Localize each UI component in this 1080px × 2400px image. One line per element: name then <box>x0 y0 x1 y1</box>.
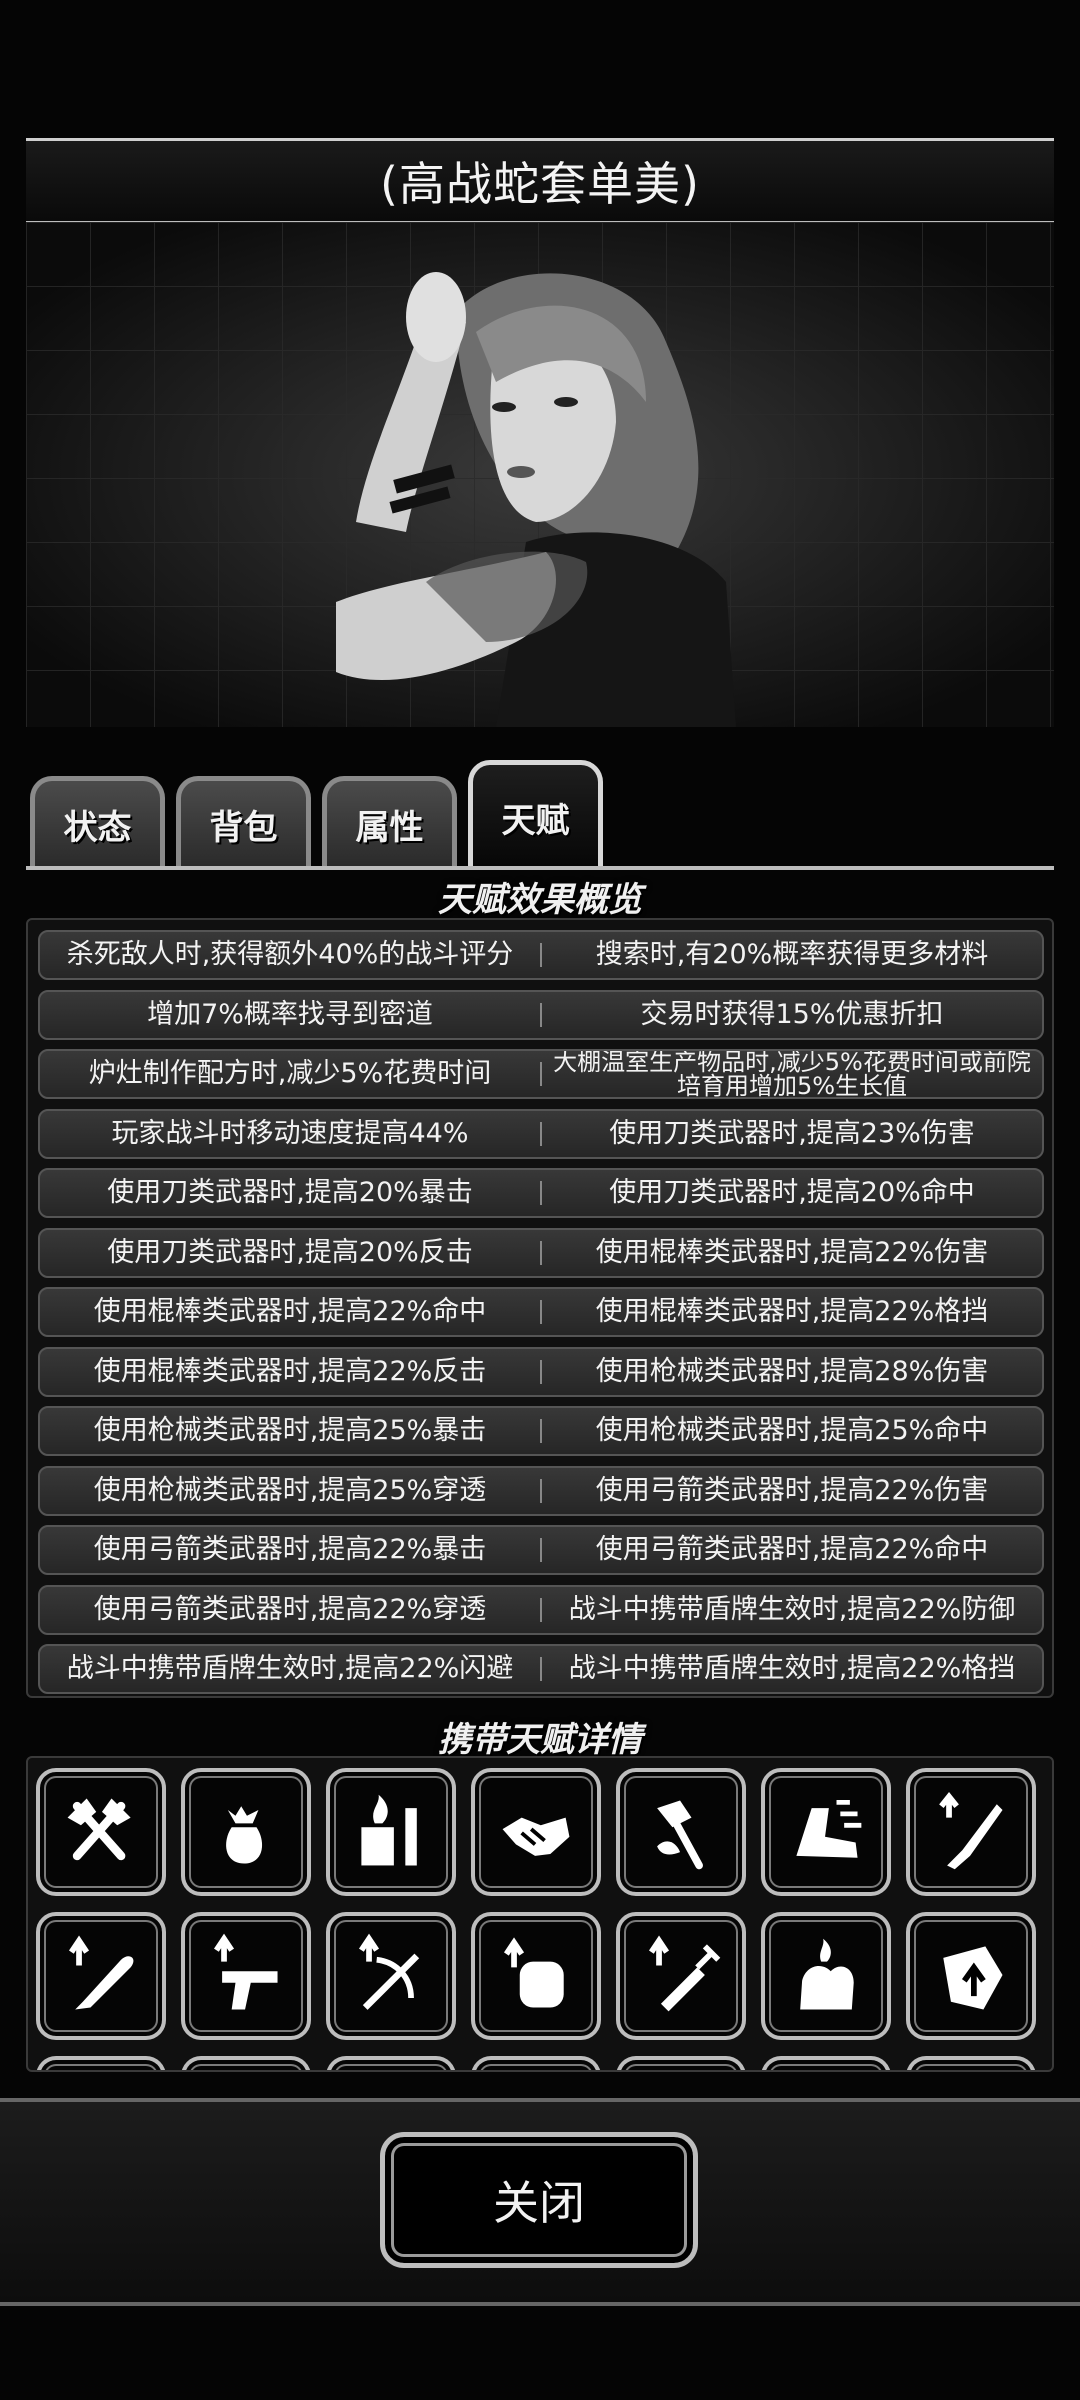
effect-left: 使用弓箭类武器时,提高22%暴击 <box>93 1534 487 1565</box>
talent-slot[interactable] <box>471 2056 601 2070</box>
flexing-arm-icon <box>800 1938 854 2010</box>
talent-slot[interactable] <box>326 2056 456 2070</box>
effect-row: 增加7%概率找寻到密道 交易时获得15%优惠折扣 <box>38 989 1044 1040</box>
effect-row: 杀死敌人时,获得额外40%的战斗评分 搜索时,有20%概率获得更多材料 <box>38 930 1044 980</box>
talent-slot[interactable] <box>181 1912 311 2040</box>
effect-row: 使用刀类武器时,提高20%反击 使用棍棒类武器时,提高22%伤害 <box>38 1227 1044 1278</box>
effect-right: 使用枪械类武器时,提高28%伤害 <box>595 1355 989 1387</box>
knife-up-icon <box>939 1792 1003 1870</box>
handshake-icon <box>502 1817 570 1856</box>
tab-backpack[interactable]: 背包 <box>176 776 311 868</box>
talent-slot[interactable] <box>181 2056 311 2070</box>
talent-slot[interactable] <box>36 2056 166 2070</box>
effect-right: 使用枪械类武器时,提高25%命中 <box>595 1415 989 1446</box>
effect-row: 使用弓箭类武器时,提高22%暴击 使用弓箭类武器时,提高22%命中 <box>38 1525 1044 1575</box>
talent-slot[interactable] <box>326 1912 456 2040</box>
talent-icons-panel <box>26 1756 1054 2072</box>
header-bar: (高战蛇套单美) <box>26 138 1054 224</box>
fist-up-icon <box>503 1937 564 2008</box>
character-portrait <box>26 222 1054 727</box>
effect-right: 大棚温室生产物品时,减少5%花费时间或前院培育用增加5%生长值 <box>553 1051 1031 1097</box>
speed-boot-icon <box>796 1799 862 1858</box>
syringe-up-icon <box>648 1935 721 2012</box>
effect-left: 炉灶制作配方时,减少5%花费时间 <box>88 1058 492 1089</box>
close-button[interactable]: 关闭 <box>380 2132 698 2268</box>
talent-slot[interactable] <box>36 1912 166 2040</box>
talent-slot[interactable] <box>906 1912 1036 2040</box>
talents-section-title: 携带天赋详情 <box>438 1720 642 1760</box>
stove-fire-icon <box>361 1794 417 1866</box>
talent-slot[interactable] <box>616 1768 746 1896</box>
tab-talents-label: 天赋 <box>501 801 570 841</box>
talent-slot[interactable] <box>761 1768 891 1896</box>
effect-row: 使用棍棒类武器时,提高22%反击 使用枪械类武器时,提高28%伤害 <box>38 1346 1044 1397</box>
talent-slot[interactable] <box>471 1912 601 2040</box>
effect-left: 使用棍棒类武器时,提高22%命中 <box>93 1296 487 1327</box>
talent-slot[interactable] <box>36 1768 166 1896</box>
effect-row: 使用刀类武器时,提高20%暴击 使用刀类武器时,提高20%命中 <box>38 1168 1044 1218</box>
crossbow-up-icon <box>358 1933 420 2010</box>
talent-slot[interactable] <box>616 1912 746 2040</box>
effect-right: 使用刀类武器时,提高20%命中 <box>609 1177 975 1208</box>
tab-bar: 状态 背包 属性 天赋 <box>26 760 1054 870</box>
effect-right: 交易时获得15%优惠折扣 <box>640 998 944 1030</box>
effect-right: 搜索时,有20%概率获得更多材料 <box>595 939 989 970</box>
talent-slot[interactable] <box>181 1768 311 1896</box>
effect-left: 玩家战斗时移动速度提高44% <box>111 1117 469 1149</box>
bat-up-icon <box>68 1935 134 2010</box>
effect-row: 玩家战斗时移动速度提高44% 使用刀类武器时,提高23%伤害 <box>38 1108 1044 1159</box>
effect-left: 使用棍棒类武器时,提高22%反击 <box>93 1355 487 1387</box>
portrait-illustration <box>26 222 1054 727</box>
tab-attributes[interactable]: 属性 <box>322 776 457 868</box>
effect-left: 使用枪械类武器时,提高25%穿透 <box>93 1474 487 1506</box>
talent-slot[interactable] <box>761 2056 891 2070</box>
effects-section-title: 天赋效果概览 <box>438 880 642 920</box>
effect-left: 增加7%概率找寻到密道 <box>147 998 433 1030</box>
effect-right: 使用刀类武器时,提高23%伤害 <box>609 1117 975 1149</box>
tab-backpack-label: 背包 <box>209 808 278 848</box>
effect-row: 战斗中携带盾牌生效时,提高22%闪避 战斗中携带盾牌生效时,提高22%格挡 <box>38 1644 1044 1694</box>
talent-slot[interactable] <box>761 1912 891 2040</box>
effect-row: 炉灶制作配方时,减少5%花费时间 大棚温室生产物品时,减少5%花费时间或前院培育用… <box>38 1049 1044 1099</box>
tab-attributes-label: 属性 <box>355 808 424 848</box>
crossed-axes-icon <box>67 1798 131 1861</box>
talent-slot[interactable] <box>906 1768 1036 1896</box>
effect-row: 使用枪械类武器时,提高25%穿透 使用弓箭类武器时,提高22%伤害 <box>38 1465 1044 1516</box>
pistol-up-icon <box>213 1933 278 2010</box>
tab-divider <box>26 866 1054 870</box>
close-button-label: 关闭 <box>493 2176 585 2230</box>
effect-left: 使用刀类武器时,提高20%反击 <box>107 1236 473 1268</box>
money-bag-icon <box>226 1806 263 1864</box>
effect-left: 杀死敌人时,获得额外40%的战斗评分 <box>66 939 514 970</box>
talent-slot[interactable] <box>616 2056 746 2070</box>
effect-left: 使用枪械类武器时,提高25%暴击 <box>93 1415 487 1446</box>
screen: (高战蛇套单美) 状态 背包 属性 天赋 天赋效果概览 杀死敌人时,获得额外40… <box>0 0 1080 2400</box>
effects-panel: 杀死敌人时,获得额外40%的战斗评分 搜索时,有20%概率获得更多材料增加7%概率… <box>26 918 1054 1698</box>
effect-right: 战斗中携带盾牌生效时,提高22%格挡 <box>568 1653 1016 1684</box>
greenhouse-tools-icon <box>657 1800 703 1870</box>
effect-right: 使用棍棒类武器时,提高22%格挡 <box>595 1296 989 1327</box>
tab-talents[interactable]: 天赋 <box>468 760 603 870</box>
talent-slot[interactable] <box>471 1768 601 1896</box>
effect-right: 战斗中携带盾牌生效时,提高22%防御 <box>568 1593 1016 1625</box>
effect-left: 使用刀类武器时,提高20%暴击 <box>107 1177 473 1208</box>
effect-right: 使用弓箭类武器时,提高22%伤害 <box>595 1474 989 1506</box>
talent-slot[interactable] <box>326 1768 456 1896</box>
effect-left: 战斗中携带盾牌生效时,提高22%闪避 <box>66 1653 514 1684</box>
tab-status[interactable]: 状态 <box>30 776 165 868</box>
effect-left: 使用弓箭类武器时,提高22%穿透 <box>93 1593 487 1625</box>
effect-row: 使用弓箭类武器时,提高22%穿透 战斗中携带盾牌生效时,提高22%防御 <box>38 1584 1044 1635</box>
effect-right: 使用棍棒类武器时,提高22%伤害 <box>595 1236 989 1268</box>
shield-up-icon <box>943 1946 1003 2010</box>
talent-slot[interactable] <box>906 2056 1036 2070</box>
effect-row: 使用棍棒类武器时,提高22%命中 使用棍棒类武器时,提高22%格挡 <box>38 1287 1044 1337</box>
effect-right: 使用弓箭类武器时,提高22%命中 <box>595 1534 989 1565</box>
effect-row: 使用枪械类武器时,提高25%暴击 使用枪械类武器时,提高25%命中 <box>38 1406 1044 1456</box>
page-title: (高战蛇套单美) <box>380 157 700 211</box>
tab-status-label: 状态 <box>63 808 132 848</box>
